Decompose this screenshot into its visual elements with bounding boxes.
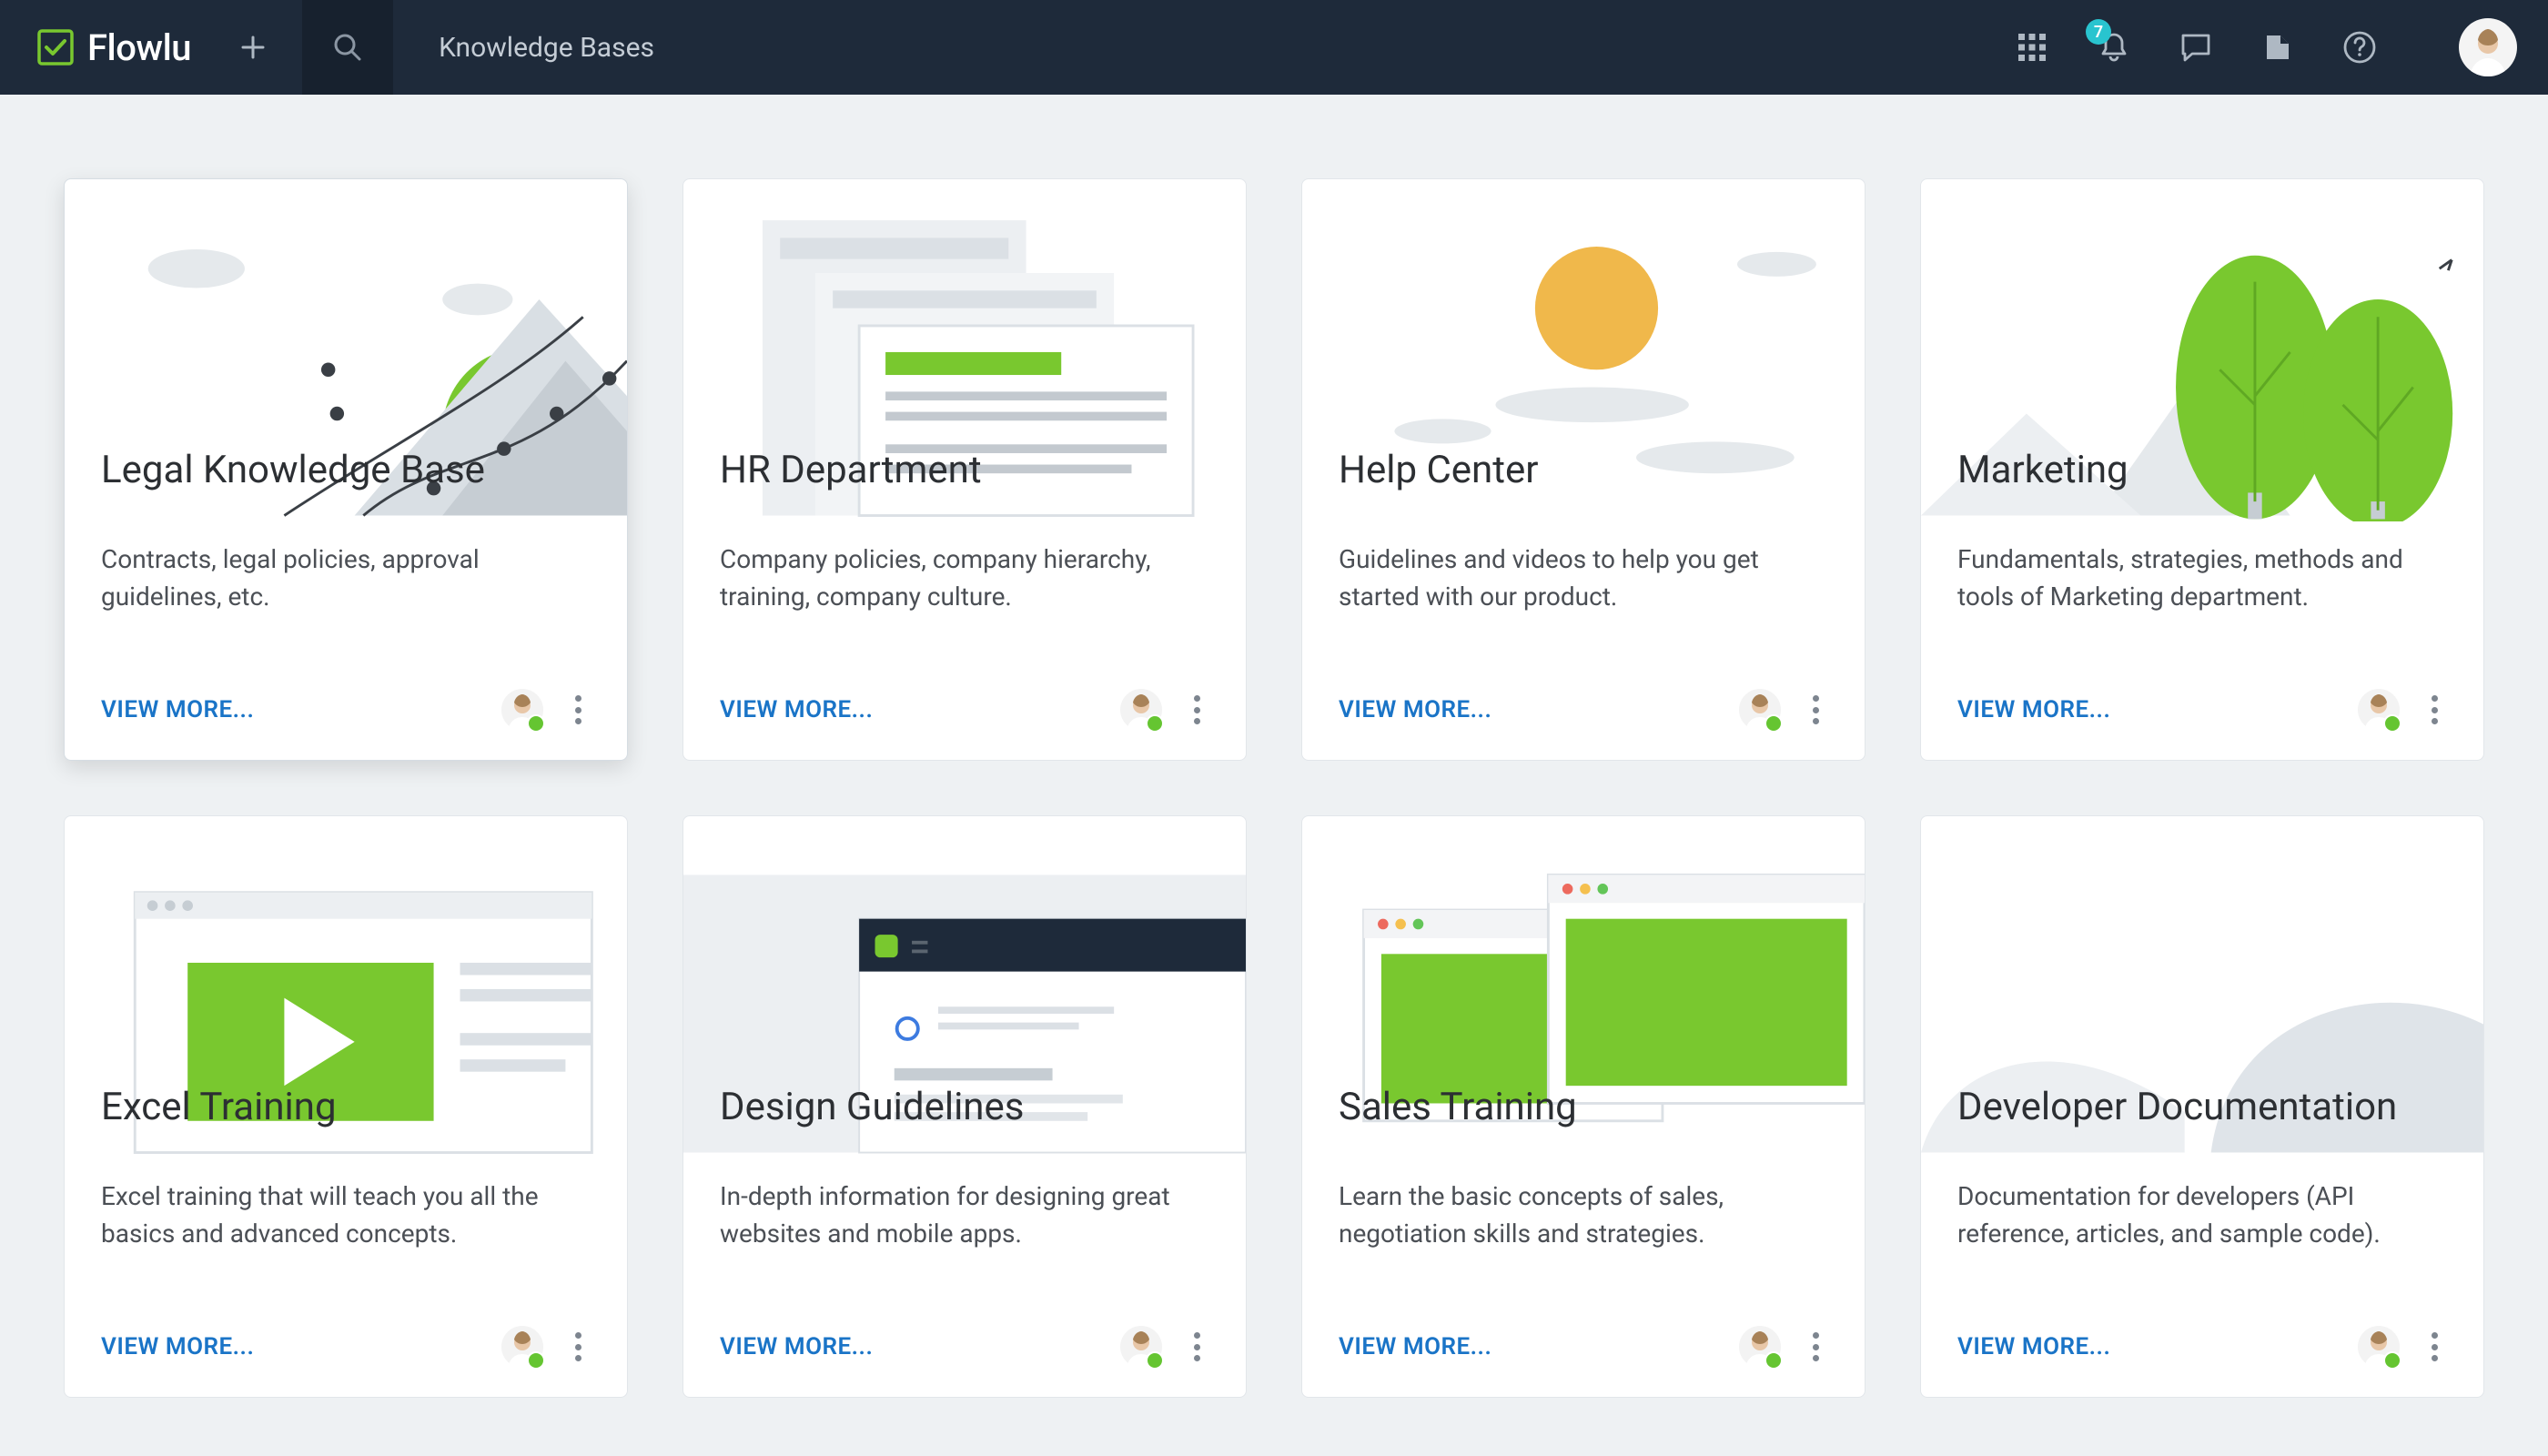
view-more-link[interactable]: VIEW MORE... <box>101 1333 254 1360</box>
kb-card-excel-training[interactable]: Excel Training Excel training that will … <box>64 815 628 1398</box>
card-desc: Excel training that will teach you all t… <box>101 1178 591 1252</box>
app-name: Flowlu <box>87 26 191 69</box>
card-illustration: Developer Documentation <box>1921 816 2483 1158</box>
logo-check-icon <box>36 28 75 66</box>
content-area: Legal Knowledge Base Contracts, legal po… <box>0 95 2548 1434</box>
notification-badge: 7 <box>2086 19 2111 45</box>
card-menu-button[interactable] <box>1184 692 1209 728</box>
document-icon <box>2261 31 2294 64</box>
card-illustration: Help Center <box>1302 179 1865 521</box>
kb-card-design-guidelines[interactable]: Design Guidelines In-depth information f… <box>682 815 1247 1398</box>
topbar: Flowlu Knowledge Bases 7 <box>0 0 2548 95</box>
card-desc: Learn the basic concepts of sales, negot… <box>1339 1178 1828 1252</box>
card-title: Help Center <box>1339 448 1539 492</box>
owner-avatar[interactable] <box>2358 689 2400 731</box>
owner-avatar[interactable] <box>1739 689 1781 731</box>
card-menu-button[interactable] <box>1184 1329 1209 1365</box>
topbar-actions: 7 <box>2013 18 2517 76</box>
user-avatar[interactable] <box>2459 18 2517 76</box>
kb-card-help-center[interactable]: Help Center Guidelines and videos to hel… <box>1301 178 1866 761</box>
card-illustration: Legal Knowledge Base <box>65 179 627 521</box>
kb-card-marketing[interactable]: Marketing Fundamentals, strategies, meth… <box>1920 178 2484 761</box>
card-menu-button[interactable] <box>1803 692 1828 728</box>
owner-avatar[interactable] <box>501 1326 543 1368</box>
messages-button[interactable] <box>2177 28 2215 66</box>
card-menu-button[interactable] <box>565 692 591 728</box>
card-desc: Fundamentals, strategies, methods and to… <box>1957 541 2447 615</box>
card-illustration: Sales Training <box>1302 816 1865 1158</box>
kb-card-hr[interactable]: HR Department Company policies, company … <box>682 178 1247 761</box>
view-more-link[interactable]: VIEW MORE... <box>720 696 873 723</box>
view-more-link[interactable]: VIEW MORE... <box>1339 696 1491 723</box>
card-illustration: Excel Training <box>65 816 627 1158</box>
apps-grid-icon <box>2017 32 2048 63</box>
card-title: Marketing <box>1957 448 2128 492</box>
card-menu-button[interactable] <box>1803 1329 1828 1365</box>
view-more-link[interactable]: VIEW MORE... <box>1339 1333 1491 1360</box>
view-more-link[interactable]: VIEW MORE... <box>101 696 254 723</box>
card-desc: Contracts, legal policies, approval guid… <box>101 541 591 615</box>
owner-avatar[interactable] <box>501 689 543 731</box>
kb-card-legal[interactable]: Legal Knowledge Base Contracts, legal po… <box>64 178 628 761</box>
view-more-link[interactable]: VIEW MORE... <box>1957 696 2110 723</box>
owner-avatar[interactable] <box>2358 1326 2400 1368</box>
card-title: Sales Training <box>1339 1085 1577 1129</box>
card-illustration: Marketing <box>1921 179 2483 521</box>
kb-card-developer-docs[interactable]: Developer Documentation Documentation fo… <box>1920 815 2484 1398</box>
search-button[interactable] <box>302 0 393 95</box>
add-button[interactable] <box>240 35 266 60</box>
card-desc: Guidelines and videos to help you get st… <box>1339 541 1828 615</box>
help-button[interactable] <box>2341 28 2379 66</box>
card-title: Excel Training <box>101 1085 337 1129</box>
page-title: Knowledge Bases <box>439 32 654 64</box>
view-more-link[interactable]: VIEW MORE... <box>720 1333 873 1360</box>
help-icon <box>2342 30 2377 65</box>
card-illustration: HR Department <box>683 179 1246 521</box>
search-icon <box>332 32 363 63</box>
card-illustration: Design Guidelines <box>683 816 1246 1158</box>
kb-card-sales-training[interactable]: Sales Training Learn the basic concepts … <box>1301 815 1866 1398</box>
message-icon <box>2179 30 2213 65</box>
knowledge-base-grid: Legal Knowledge Base Contracts, legal po… <box>64 178 2484 1398</box>
apps-button[interactable] <box>2013 28 2051 66</box>
card-menu-button[interactable] <box>2422 1329 2447 1365</box>
owner-avatar[interactable] <box>1120 689 1162 731</box>
app-logo[interactable]: Flowlu <box>0 26 191 69</box>
card-desc: Company policies, company hierarchy, tra… <box>720 541 1209 615</box>
view-more-link[interactable]: VIEW MORE... <box>1957 1333 2110 1360</box>
avatar-icon <box>2462 25 2513 76</box>
owner-avatar[interactable] <box>1739 1326 1781 1368</box>
card-title: HR Department <box>720 448 982 492</box>
card-title: Developer Documentation <box>1957 1085 2397 1129</box>
notifications-button[interactable]: 7 <box>2095 28 2133 66</box>
card-title: Legal Knowledge Base <box>101 448 485 492</box>
documents-button[interactable] <box>2259 28 2297 66</box>
owner-avatar[interactable] <box>1120 1326 1162 1368</box>
card-menu-button[interactable] <box>565 1329 591 1365</box>
card-menu-button[interactable] <box>2422 692 2447 728</box>
card-desc: Documentation for developers (API refere… <box>1957 1178 2447 1252</box>
card-title: Design Guidelines <box>720 1085 1024 1129</box>
card-desc: In-depth information for designing great… <box>720 1178 1209 1252</box>
